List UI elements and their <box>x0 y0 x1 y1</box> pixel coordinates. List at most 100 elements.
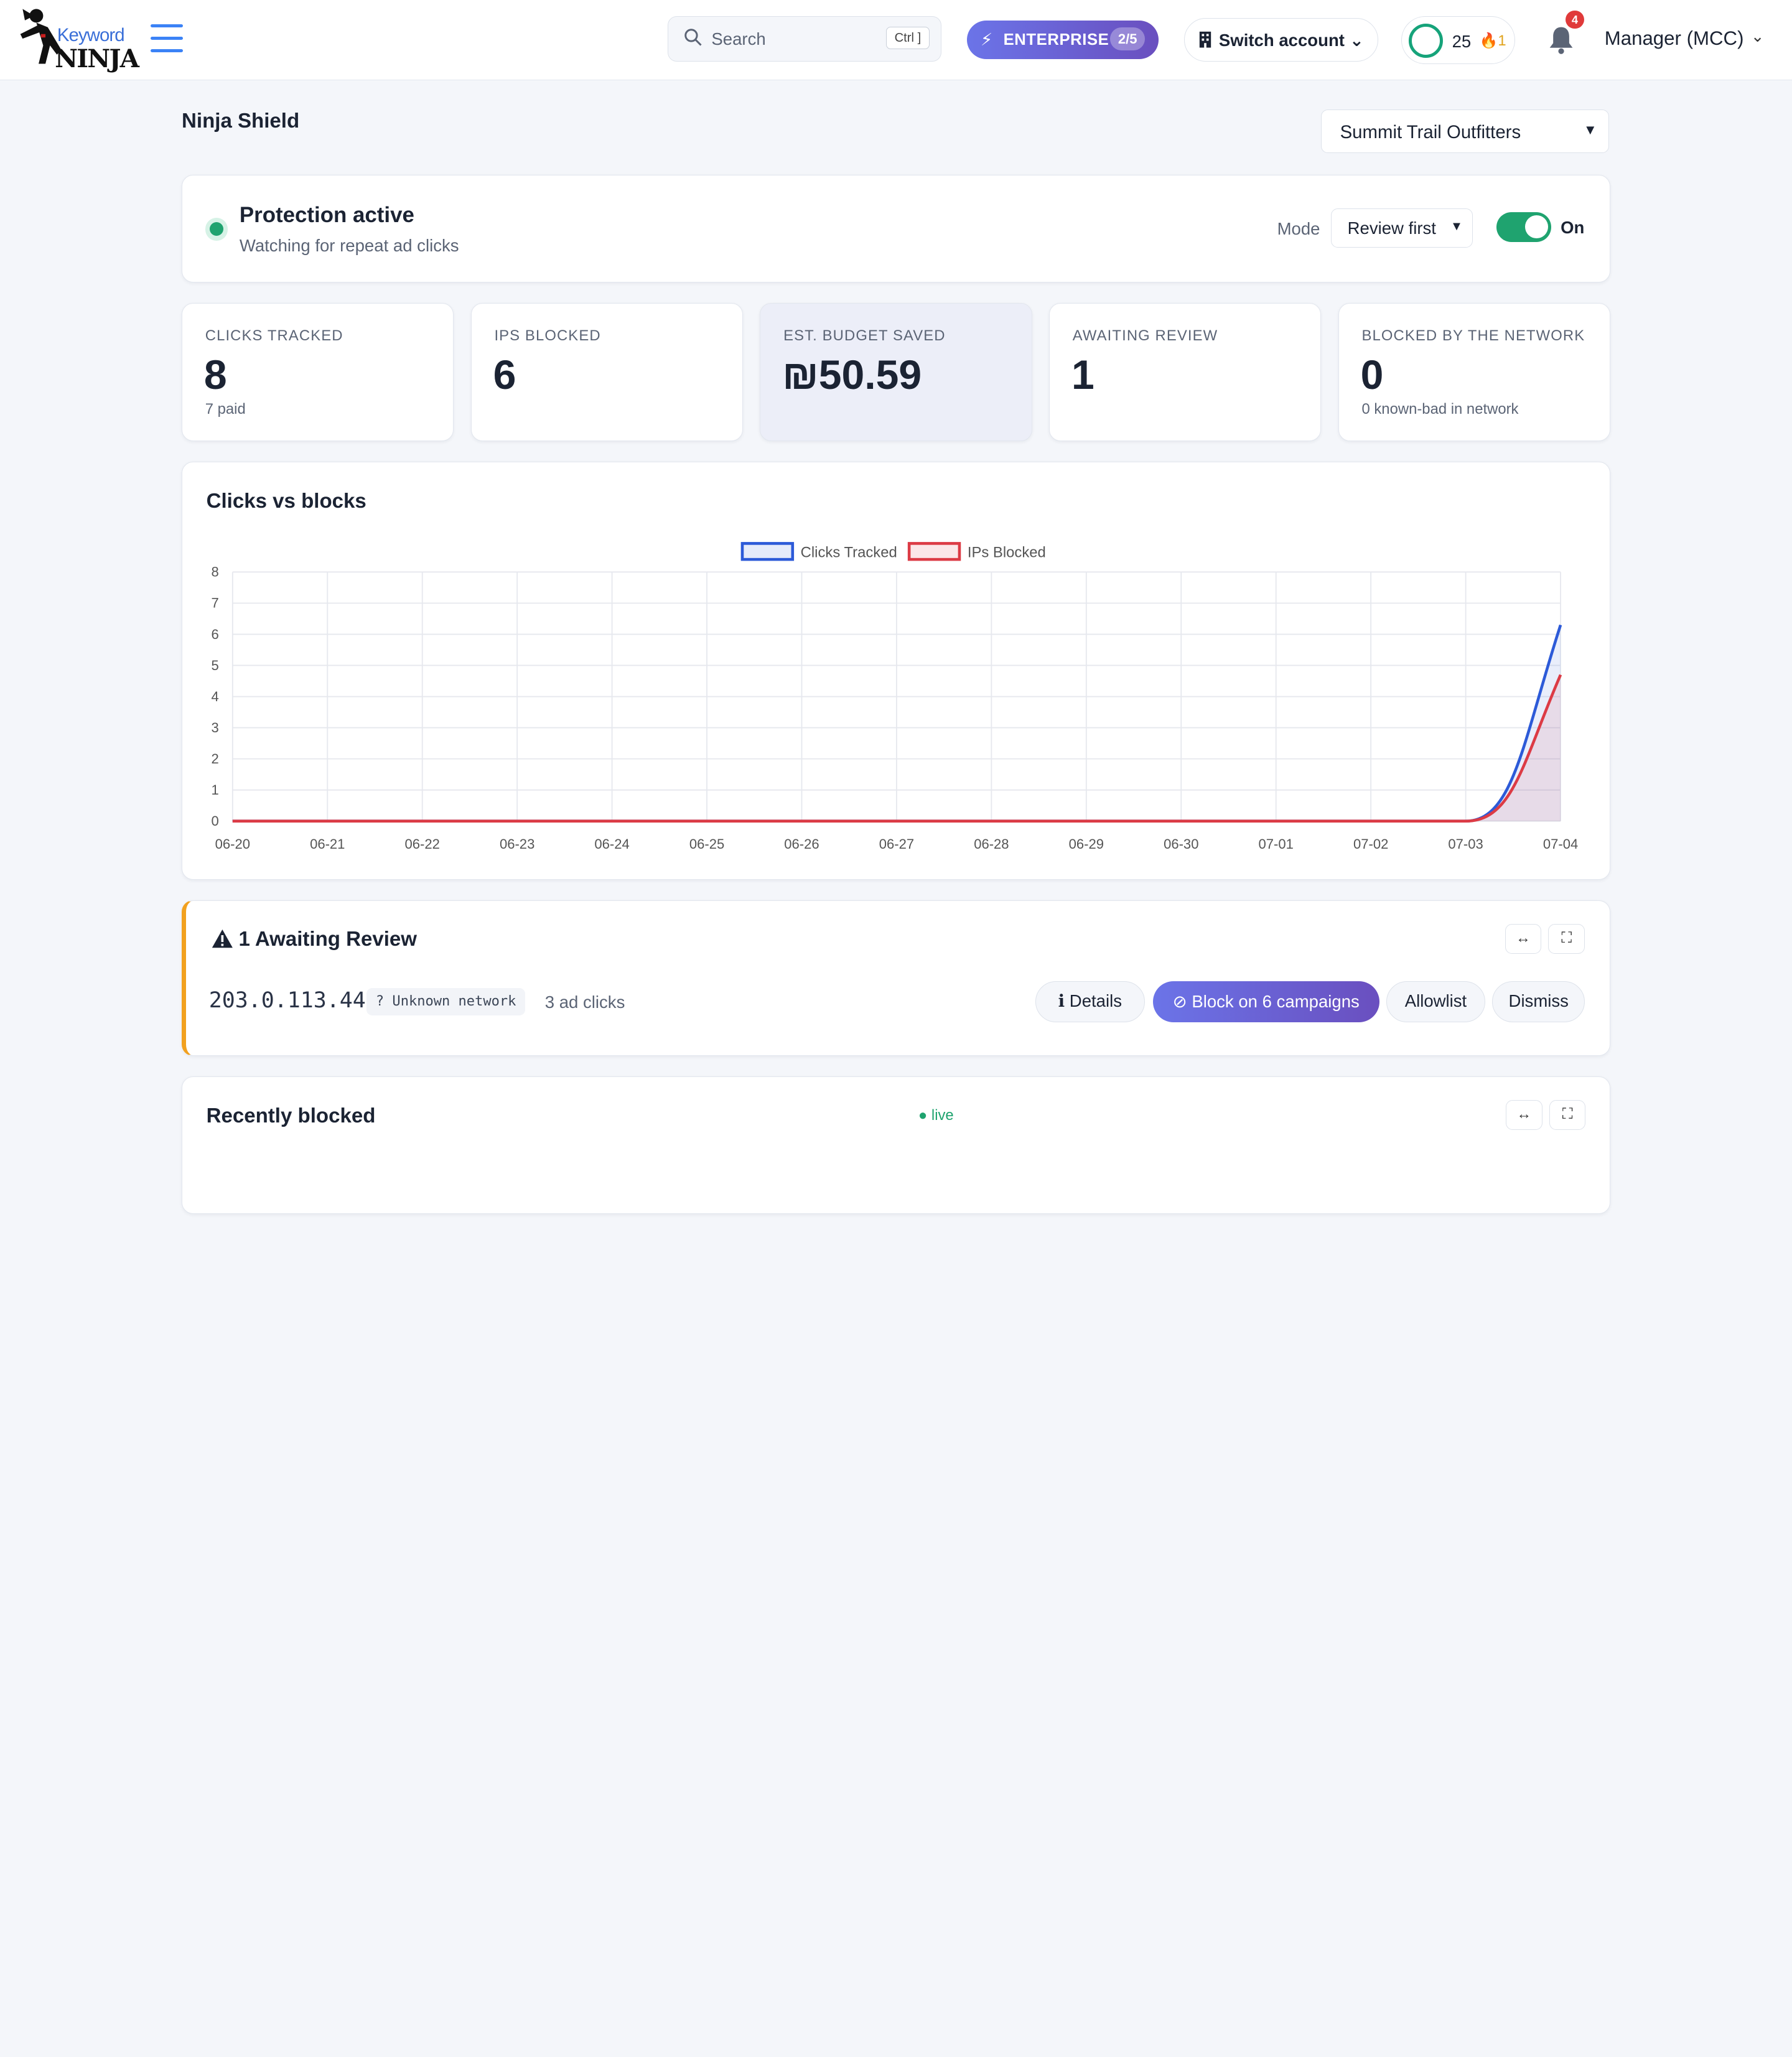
protection-toggle[interactable] <box>1496 212 1552 242</box>
y-tick-label: 8 <box>212 564 219 580</box>
status-dot-icon <box>205 217 228 241</box>
chevron-down-icon: ▼ <box>1583 121 1597 138</box>
dismiss-button[interactable]: Dismiss <box>1492 981 1585 1022</box>
collapse-width-icon[interactable]: ↔ <box>1505 924 1542 954</box>
x-tick-label: 06-23 <box>500 836 534 852</box>
y-tick-label: 6 <box>212 627 219 642</box>
chevron-down-icon: ⌄ <box>1349 30 1365 50</box>
search-icon <box>684 29 702 46</box>
fullscreen-icon[interactable]: ⛶ <box>1548 924 1585 954</box>
switch-account-label: Switch account <box>1218 30 1345 50</box>
y-tick-label: 5 <box>212 658 219 673</box>
review-title: 1 Awaiting Review <box>238 927 418 951</box>
network-badge: ? Unknown network <box>366 987 526 1015</box>
ad-click-count: 3 ad clicks <box>544 992 625 1012</box>
stat-label: CLICKS TRACKED <box>205 327 343 345</box>
search-shortcut: Ctrl ] <box>885 27 930 50</box>
y-tick-label: 2 <box>212 751 219 767</box>
collapse-width-icon[interactable]: ↔ <box>1505 1099 1542 1130</box>
credits-badge[interactable]: 25 🔥1 <box>1401 16 1516 64</box>
bolt-icon: ⚡ <box>980 29 993 49</box>
switch-account-button[interactable]: Switch account ⌄ <box>1183 18 1379 62</box>
menu-icon[interactable] <box>151 24 183 56</box>
fullscreen-icon[interactable]: ⛶ <box>1549 1099 1586 1130</box>
toggle-label: On <box>1561 217 1585 237</box>
recent-title: Recently blocked <box>206 1104 376 1128</box>
info-icon: ℹ <box>1058 991 1065 1010</box>
stat-label: AWAITING REVIEW <box>1072 327 1218 345</box>
review-ip: 203.0.113.44 <box>208 987 366 1013</box>
top-bar: Keyword NINJA Search Ctrl ] ⚡ ENTERPRISE… <box>0 0 1792 80</box>
mode-label: Mode <box>1277 218 1320 238</box>
protection-subtitle: Watching for repeat ad clicks <box>239 236 459 256</box>
x-tick-label: 06-24 <box>594 836 629 852</box>
x-tick-label: 07-02 <box>1353 836 1388 852</box>
x-tick-label: 07-03 <box>1448 836 1483 852</box>
page-title: Ninja Shield <box>182 110 300 133</box>
legend-label: IPs Blocked <box>968 544 1046 561</box>
legend-label: Clicks Tracked <box>801 544 897 561</box>
allowlist-button[interactable]: Allowlist <box>1386 981 1486 1022</box>
x-tick-label: 06-30 <box>1164 836 1198 852</box>
x-tick-label: 06-29 <box>1069 836 1104 852</box>
mode-select-value: Review first <box>1347 218 1436 238</box>
mode-select[interactable]: Review first ▼ <box>1330 208 1473 248</box>
logo-text-bottom: NINJA <box>55 43 139 73</box>
x-tick-label: 06-26 <box>784 836 819 852</box>
protection-card: Protection active Watching for repeat ad… <box>182 175 1610 282</box>
details-button[interactable]: ℹ Details <box>1035 981 1145 1022</box>
plan-badge[interactable]: ⚡ ENTERPRISE 2/5 <box>966 21 1159 60</box>
building-icon <box>1199 31 1211 48</box>
live-indicator: ● live <box>918 1106 954 1124</box>
account-select-value: Summit Trail Outfitters <box>1340 121 1521 142</box>
x-tick-label: 06-22 <box>405 836 440 852</box>
legend-swatch <box>907 542 961 561</box>
y-tick-label: 1 <box>212 782 219 798</box>
x-tick-label: 07-04 <box>1543 836 1578 852</box>
stat-value: ₪50.59 <box>782 352 922 398</box>
x-tick-label: 06-28 <box>974 836 1009 852</box>
stat-card-ips-blocked: IPS BLOCKED 6 <box>470 302 743 441</box>
y-tick-label: 7 <box>212 595 219 611</box>
credits-count: 25 <box>1452 31 1472 51</box>
app-logo[interactable]: Keyword NINJA <box>18 4 139 75</box>
block-icon: ⊘ <box>1172 991 1187 1011</box>
y-tick-label: 4 <box>212 689 219 704</box>
search-input[interactable]: Search Ctrl ] <box>667 16 942 62</box>
stat-value: 0 <box>1360 352 1384 398</box>
user-menu[interactable]: Manager (MCC) <box>1605 27 1744 50</box>
block-campaigns-button[interactable]: ⊘ Block on 6 campaigns <box>1152 981 1379 1022</box>
plan-label: ENTERPRISE <box>1003 30 1109 49</box>
plan-count: 2/5 <box>1110 27 1146 51</box>
bell-icon[interactable] <box>1547 25 1575 55</box>
chevron-down-icon[interactable]: ⌄ <box>1751 27 1765 46</box>
stat-value: 8 <box>203 352 227 398</box>
protection-title: Protection active <box>239 203 414 228</box>
x-tick-label: 06-27 <box>879 836 914 852</box>
account-select[interactable]: Summit Trail Outfitters ▼ <box>1321 110 1610 154</box>
search-placeholder: Search <box>711 29 766 49</box>
streak-count: 🔥1 <box>1479 32 1506 49</box>
progress-ring-icon <box>1408 23 1443 58</box>
stat-card-budget-saved: EST. BUDGET SAVED ₪50.59 <box>760 302 1032 441</box>
x-tick-label: 06-20 <box>215 836 250 852</box>
stat-label: BLOCKED BY THE NETWORK <box>1361 327 1585 345</box>
awaiting-review-card: 1 Awaiting Review ↔ ⛶ 203.0.113.44 ? Unk… <box>182 900 1610 1056</box>
stat-value: 1 <box>1071 352 1094 398</box>
x-tick-label: 06-25 <box>689 836 724 852</box>
x-tick-label: 06-21 <box>310 836 345 852</box>
clicks-vs-blocks-chart: 0 1 2 3 4 5 6 7 8 06-20 06-21 06-22 06-23 06-24 06-25 0… <box>212 542 1578 852</box>
chevron-down-icon: ▼ <box>1450 219 1463 233</box>
y-tick-label: 3 <box>212 720 219 735</box>
stat-label: EST. BUDGET SAVED <box>783 327 946 345</box>
stat-sub: 7 paid <box>205 400 246 417</box>
recently-blocked-card: Recently blocked ● live ↔ ⛶ <box>182 1076 1610 1214</box>
stat-label: IPS BLOCKED <box>494 327 601 345</box>
stat-sub: 0 known-bad in network <box>1361 400 1519 417</box>
stat-card-awaiting-review: AWAITING REVIEW 1 <box>1049 302 1322 441</box>
warning-icon <box>212 930 233 948</box>
notification-badge: 4 <box>1566 10 1584 29</box>
stat-card-clicks: CLICKS TRACKED 8 7 paid <box>182 302 454 441</box>
legend-swatch <box>740 542 795 561</box>
chart-card: Clicks vs blocks 0 1 2 3 4 5 6 7 8 06-20 06-21 06-2… <box>182 462 1610 880</box>
